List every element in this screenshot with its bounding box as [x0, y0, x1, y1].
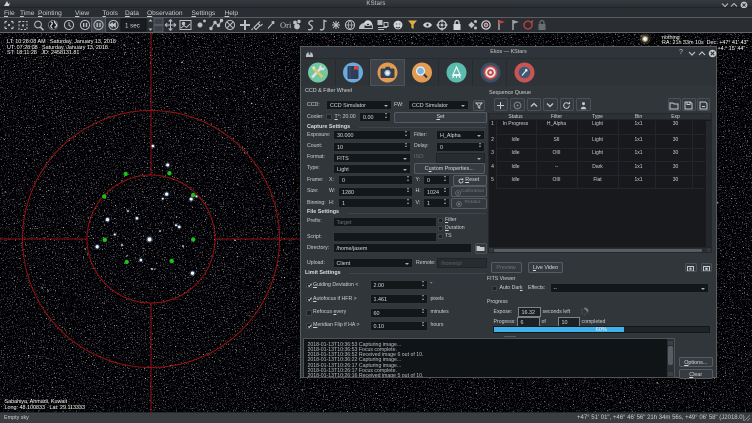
svg-text:1 sec: 1 sec [125, 23, 140, 30]
svg-text:Ori: Ori [280, 20, 292, 30]
